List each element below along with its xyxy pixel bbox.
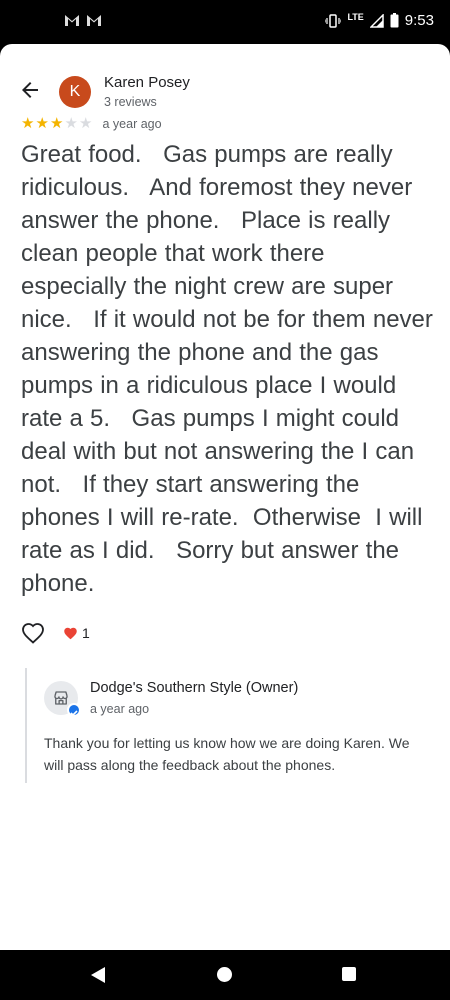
navigation-bar <box>0 950 450 1000</box>
gmail-icon <box>65 15 79 26</box>
verified-badge-icon <box>67 703 81 717</box>
nav-recents-icon[interactable] <box>342 967 356 981</box>
nav-back-icon[interactable] <box>90 966 106 984</box>
vibrate-icon <box>325 13 342 28</box>
star-filled-icon: ★ <box>50 115 64 132</box>
signal-icon <box>369 13 384 28</box>
like-count: 1 <box>82 625 90 641</box>
arrow-back-icon[interactable] <box>18 78 42 102</box>
star-rating: ★ ★ ★ ★ ★ <box>21 116 94 132</box>
owner-reply-text: Thank you for letting us know how we are… <box>44 735 410 773</box>
heart-filled-icon <box>64 627 77 640</box>
review-text: Great food. Gas pumps are really ridicul… <box>21 141 441 597</box>
gmail-icon <box>87 15 101 26</box>
battery-icon <box>390 13 399 28</box>
reviewer-avatar[interactable]: K <box>59 76 91 108</box>
owner-reply-time: a year ago <box>90 702 150 716</box>
reviewer-review-count: 3 reviews <box>104 95 157 109</box>
clock: 9:53 <box>404 12 434 29</box>
system-status: LTE 9:53 <box>325 12 434 29</box>
owner-reply: Dodge's Southern Style (Owner) a year ag… <box>25 668 425 783</box>
star-filled-icon: ★ <box>21 115 35 132</box>
avatar-letter: K <box>69 83 81 100</box>
review-time: a year ago <box>102 117 162 131</box>
heart-outline-icon[interactable] <box>21 622 45 644</box>
like-summary[interactable]: 1 <box>63 625 90 641</box>
network-label: LTE <box>347 11 364 22</box>
owner-avatar <box>44 681 81 717</box>
star-empty-icon: ★ <box>64 115 78 132</box>
owner-name: Dodge's Southern Style (Owner) <box>90 680 299 696</box>
status-bar: LTE 9:53 <box>0 0 450 44</box>
rating-row: ★ ★ ★ ★ ★ a year ago <box>21 116 162 132</box>
review-actions: 1 <box>21 622 90 644</box>
reviewer-name[interactable]: Karen Posey <box>104 74 190 91</box>
review-header: K Karen Posey 3 reviews <box>0 58 450 109</box>
storefront-icon <box>54 691 68 705</box>
review-sheet: K Karen Posey 3 reviews ★ ★ ★ ★ ★ a year ago… <box>0 44 450 950</box>
star-filled-icon: ★ <box>35 115 49 132</box>
nav-home-icon[interactable] <box>217 967 232 982</box>
star-empty-icon: ★ <box>79 115 93 132</box>
notification-icons <box>64 13 102 27</box>
